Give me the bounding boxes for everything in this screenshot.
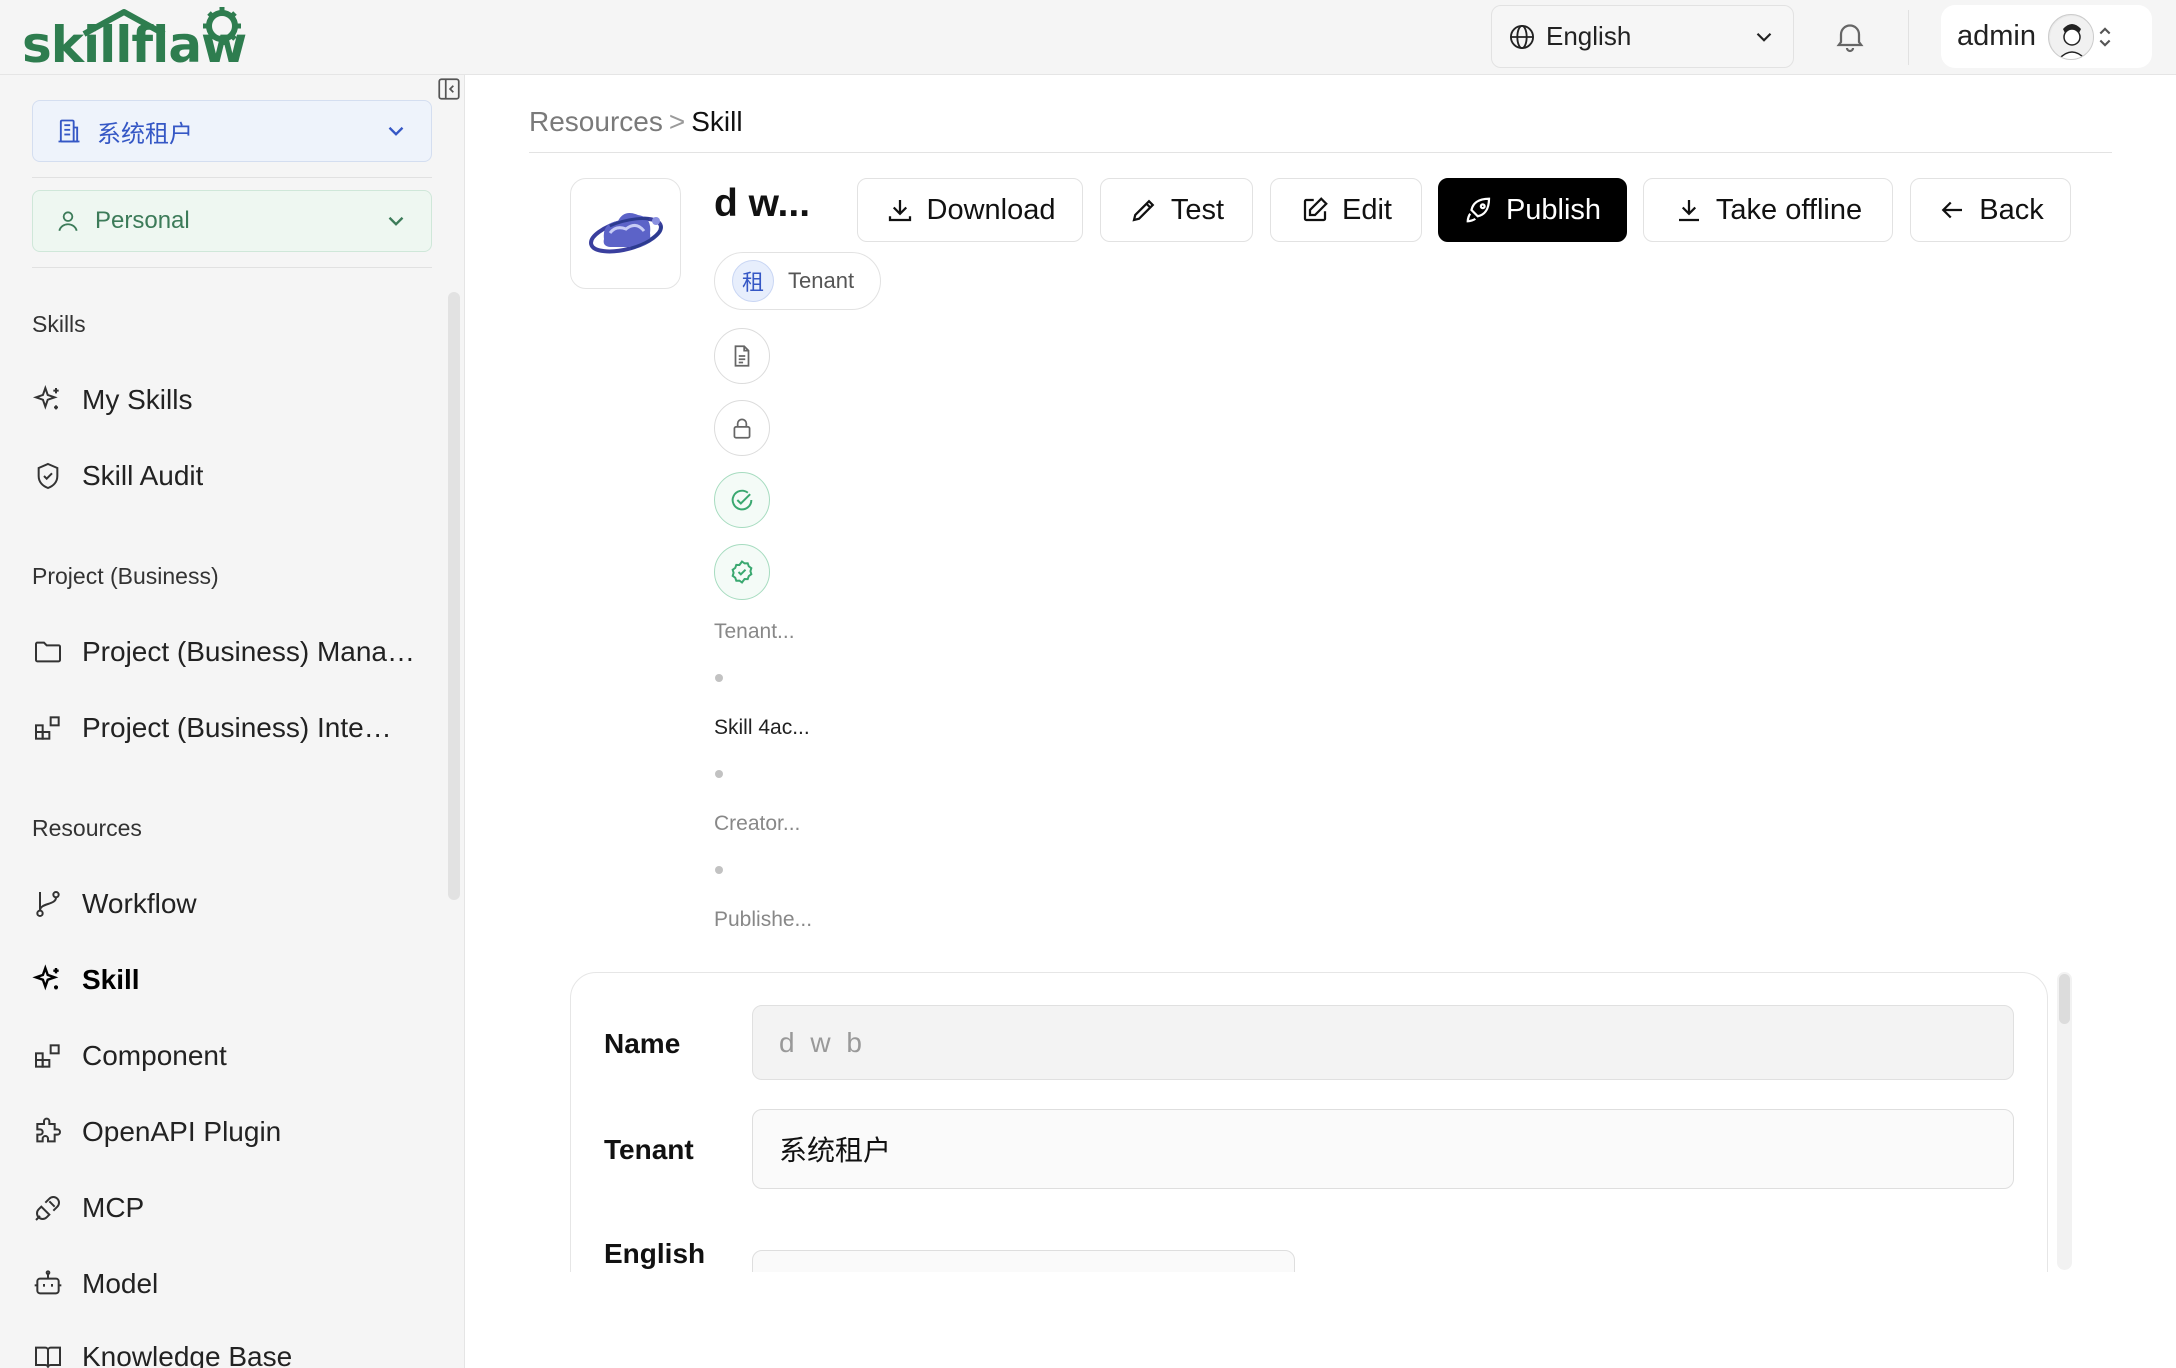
name-field[interactable]: d w b — [752, 1005, 2014, 1080]
page-footer-space — [466, 1272, 2176, 1368]
form-scrollbar-thumb[interactable] — [2059, 974, 2070, 1024]
english-field[interactable] — [752, 1250, 1295, 1272]
book-icon — [35, 1346, 61, 1368]
form-scrollbar[interactable] — [2057, 972, 2072, 1270]
robot-icon — [34, 1270, 62, 1295]
english-label: English — [604, 1238, 706, 1269]
sidebar-item-label: Model — [82, 1268, 159, 1299]
sidebar-item-label: Knowledge Base — [82, 1341, 293, 1368]
sidebar-item-knowledge-base[interactable]: Knowledge Base — [32, 1332, 432, 1368]
tenant-field[interactable]: 系统租户 — [752, 1109, 2014, 1189]
tenant-label: Tenant — [604, 1134, 694, 1165]
form-viewport: Name d w b Tenant 系统租户 English — [0, 0, 2176, 1272]
name-label: Name — [604, 1028, 681, 1059]
